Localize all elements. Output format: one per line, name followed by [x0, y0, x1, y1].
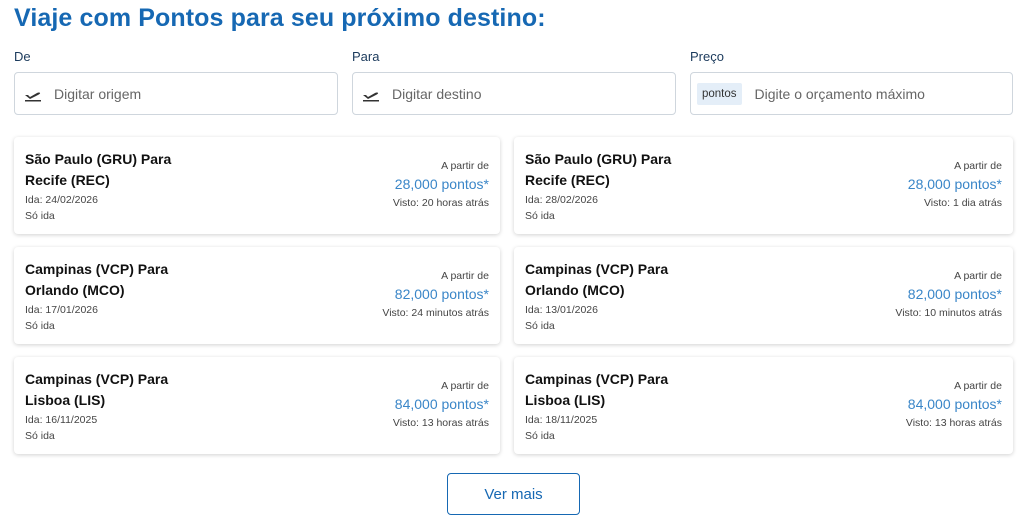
departure-date: Ida: 13/01/2026	[525, 304, 598, 316]
departure-date: Ida: 18/11/2025	[525, 414, 598, 426]
price-value: 82,000 pontos*	[394, 286, 489, 302]
route-title: Campinas (VCP) Para Orlando (MCO)	[25, 261, 169, 298]
flight-card[interactable]: Campinas (VCP) Para Orlando (MCO) Ida: 1…	[14, 247, 500, 344]
price-field[interactable]: pontos	[690, 72, 1013, 115]
plane-takeoff-icon	[24, 85, 42, 103]
route-title: Campinas (VCP) Para Lisboa (LIS)	[25, 371, 169, 408]
from-label: A partir de	[954, 270, 1002, 282]
from-label: A partir de	[441, 270, 489, 282]
seen-time: Visto: 24 minutos atrás	[382, 307, 489, 319]
destination-input[interactable]	[392, 85, 632, 102]
seen-time: Visto: 13 horas atrás	[905, 417, 1002, 429]
price-label: Preço	[690, 49, 724, 64]
see-more-button[interactable]: Ver mais	[447, 473, 580, 515]
trip-type: Só ida	[525, 430, 555, 442]
departure-date: Ida: 28/02/2026	[525, 194, 598, 206]
flight-card[interactable]: Campinas (VCP) Para Lisboa (LIS) Ida: 18…	[514, 357, 1013, 454]
pontos-chip: pontos	[697, 82, 742, 105]
departure-date: Ida: 16/11/2025	[25, 414, 98, 426]
price-input[interactable]	[754, 85, 995, 102]
trip-type: Só ida	[25, 430, 55, 442]
flight-card[interactable]: São Paulo (GRU) Para Recife (REC) Ida: 2…	[514, 137, 1013, 234]
from-label: A partir de	[954, 380, 1002, 392]
trip-type: Só ida	[525, 210, 555, 222]
flight-card[interactable]: Campinas (VCP) Para Lisboa (LIS) Ida: 16…	[14, 357, 500, 454]
destination-field[interactable]	[352, 72, 676, 115]
price-value: 84,000 pontos*	[394, 396, 489, 412]
price-value: 84,000 pontos*	[907, 396, 1002, 412]
trip-type: Só ida	[25, 210, 55, 222]
departure-date: Ida: 17/01/2026	[25, 304, 98, 316]
seen-time: Visto: 13 horas atrás	[392, 417, 489, 429]
plane-takeoff-icon	[362, 85, 380, 103]
route-title: São Paulo (GRU) Para Recife (REC)	[525, 151, 672, 188]
trip-type: Só ida	[25, 320, 55, 332]
seen-time: Visto: 20 horas atrás	[392, 197, 489, 209]
route-title: São Paulo (GRU) Para Recife (REC)	[25, 151, 172, 188]
flight-card[interactable]: Campinas (VCP) Para Orlando (MCO) Ida: 1…	[514, 247, 1013, 344]
route-title: Campinas (VCP) Para Orlando (MCO)	[525, 261, 669, 298]
from-label: A partir de	[954, 160, 1002, 172]
origin-input[interactable]	[54, 85, 294, 102]
seen-time: Visto: 10 minutos atrás	[895, 307, 1002, 319]
price-value: 28,000 pontos*	[907, 176, 1002, 192]
destination-label: Para	[352, 49, 380, 64]
origin-label: De	[14, 49, 31, 64]
from-label: A partir de	[441, 380, 489, 392]
trip-type: Só ida	[525, 320, 555, 332]
page-title: Viaje com Pontos para seu próximo destin…	[14, 4, 546, 32]
seen-time: Visto: 1 dia atrás	[923, 197, 1002, 209]
route-title: Campinas (VCP) Para Lisboa (LIS)	[525, 371, 669, 408]
from-label: A partir de	[441, 160, 489, 172]
flight-card[interactable]: São Paulo (GRU) Para Recife (REC) Ida: 2…	[14, 137, 500, 234]
origin-field[interactable]	[14, 72, 338, 115]
price-value: 82,000 pontos*	[907, 286, 1002, 302]
price-value: 28,000 pontos*	[394, 176, 489, 192]
departure-date: Ida: 24/02/2026	[25, 194, 98, 206]
